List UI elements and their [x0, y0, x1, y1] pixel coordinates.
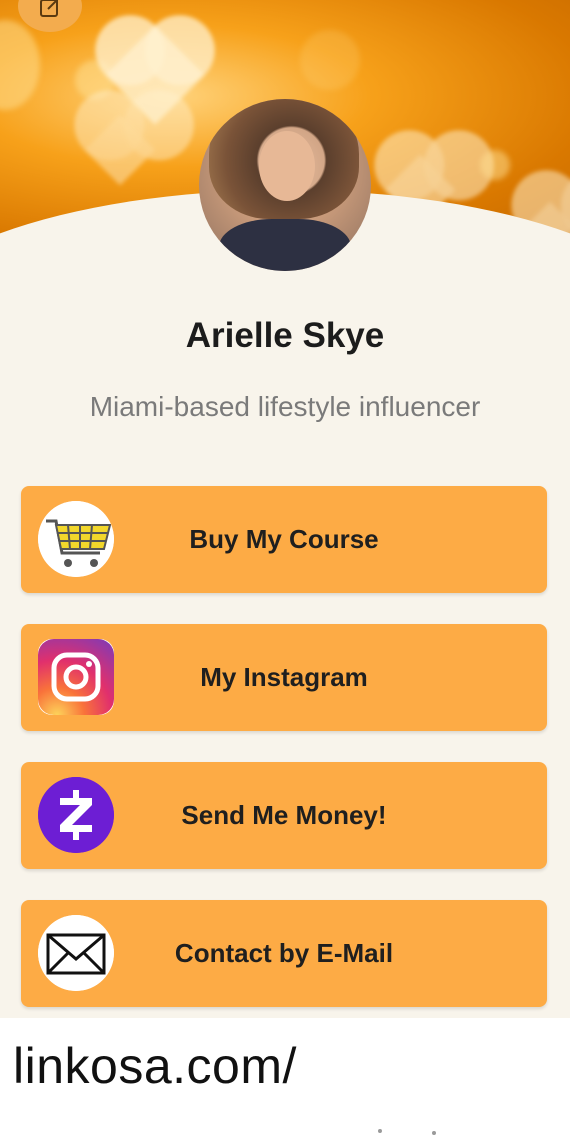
instagram-button[interactable]: My Instagram — [21, 624, 547, 731]
email-label: Contact by E-Mail — [174, 938, 394, 968]
share-icon — [40, 0, 58, 17]
profile-bio: Miami-based lifestyle influencer — [89, 391, 481, 422]
instagram-label: My Instagram — [200, 662, 368, 692]
email-button[interactable]: Contact by E-Mail — [21, 900, 547, 1007]
profile-name: Arielle Skye — [185, 316, 385, 355]
speck-dot — [378, 1129, 382, 1133]
buy-course-label: Buy My Course — [189, 524, 379, 554]
site-url: linkosa.com/ — [13, 1038, 297, 1094]
profile-avatar — [199, 99, 371, 271]
speck-dot — [432, 1131, 436, 1135]
send-money-button[interactable]: Send Me Money! — [21, 762, 547, 869]
send-money-label: Send Me Money! — [181, 800, 387, 830]
buy-course-button[interactable]: Buy My Course — [21, 486, 547, 593]
profile-page: Arielle Skye Miami-based lifestyle influ… — [0, 0, 570, 1018]
